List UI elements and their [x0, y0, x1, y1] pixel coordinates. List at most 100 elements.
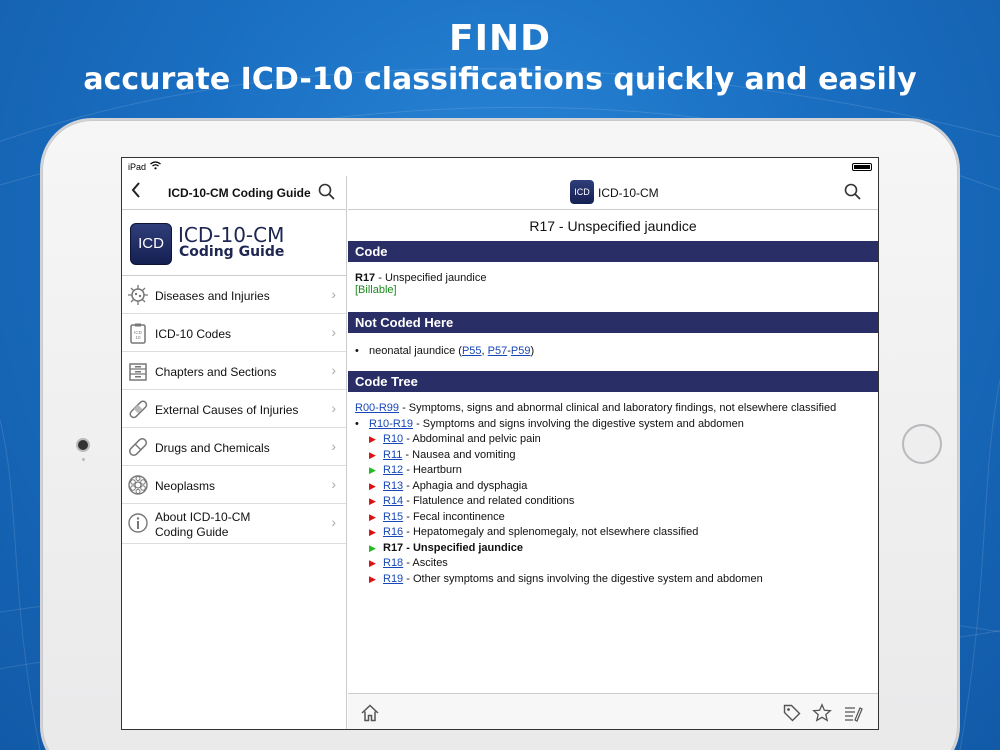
menu-item-diseases[interactable]: Diseases and Injuries › — [122, 276, 346, 314]
triangle-red-icon: ▶ — [369, 480, 376, 491]
triangle-red-icon: ▶ — [369, 527, 376, 537]
headline-title: FIND — [449, 18, 551, 59]
menu-item-icd10-codes[interactable]: ICD 10 ICD-10 Codes › — [122, 314, 346, 352]
detail-title: ICD-10-CM — [598, 186, 659, 200]
code-block: R17 - Unspecified jaundice [Billable] — [348, 262, 878, 312]
tree-item: ▶ R13 - Aphagia and dysphagia — [355, 479, 871, 495]
icd-badge: ICD — [570, 180, 594, 204]
about-label: About ICD-10-CM Coding Guide — [155, 510, 250, 540]
tag-icon[interactable] — [782, 703, 802, 723]
tree-item-desc: - Unspecified jaundice — [403, 541, 523, 554]
billable-badge: [Billable] — [355, 284, 397, 296]
link-p57[interactable]: P57 — [488, 345, 508, 357]
tree-item-link[interactable]: R10 — [383, 433, 403, 445]
sidebar: ICD-10-CM Coding Guide ICD ICD-10-CM Cod… — [122, 176, 347, 729]
tree-item-link[interactable]: R16 — [383, 526, 403, 538]
tree-sub-desc: - Symptoms and signs involving the diges… — [413, 417, 744, 430]
tree-item: ▶ R17 - Unspecified jaundice — [355, 541, 871, 557]
wifi-icon — [150, 161, 161, 172]
tree-item-code: R17 — [383, 541, 404, 554]
tree-subgroup: • R10-R19 - Symptoms and signs involving … — [355, 417, 871, 433]
tree-item: ▶ R18 - Ascites — [355, 556, 871, 572]
tree-item: ▶ R19 - Other symptoms and signs involvin… — [355, 572, 871, 588]
search-icon[interactable] — [844, 183, 862, 206]
home-icon[interactable] — [360, 703, 380, 723]
menu-item-neoplasms[interactable]: Neoplasms › — [122, 466, 346, 504]
detail-pane: ICD ICD-10-CM R17 - Unspecified jaundice… — [348, 176, 878, 729]
chevron-right-icon: › — [331, 476, 336, 492]
home-button[interactable] — [902, 424, 942, 464]
tree-item-desc: - Aphagia and dysphagia — [403, 479, 528, 492]
triangle-red-icon: ▶ — [369, 434, 376, 444]
triangle-red-icon: ▶ — [369, 511, 376, 522]
close-paren: ) — [530, 345, 535, 357]
bullet: • — [355, 345, 359, 357]
section-header-code: Code — [348, 241, 878, 262]
tree-item: ▶ R15 - Fecal incontinence — [355, 510, 871, 526]
headline-subtitle: accurate ICD-10 classifications quickly … — [83, 62, 917, 97]
tree-item-desc: - Heartburn — [403, 464, 462, 476]
tree-item-desc: - Abdominal and pelvic pain — [403, 433, 541, 445]
bottom-toolbar — [348, 693, 878, 729]
tree-item-link[interactable]: R11 — [383, 449, 402, 461]
code-value: R17 — [355, 272, 376, 284]
section-header-code-tree: Code Tree — [348, 371, 878, 392]
tree-root-desc: - Symptoms, signs and abnormal clinical … — [399, 402, 837, 414]
tree-item-link[interactable]: R13 — [383, 480, 403, 492]
notes-icon[interactable] — [843, 703, 863, 723]
sidebar-title: ICD-10-CM Coding Guide — [168, 186, 311, 200]
tree-item-link[interactable]: R18 — [383, 557, 403, 569]
ipad-screen: iPad ICD-10-CM Coding Guide ICD ICD-10-C… — [121, 157, 879, 730]
chevron-right-icon: › — [331, 514, 336, 530]
menu-item-external-causes[interactable]: External Causes of Injuries › — [122, 390, 346, 428]
tree-item-desc: - Fecal incontinence — [403, 510, 505, 523]
detail-navbar: ICD ICD-10-CM — [348, 176, 878, 210]
status-bar: iPad — [122, 158, 878, 176]
code-heading: R17 - Unspecified jaundice — [529, 218, 697, 234]
tree-item: ▶ R10 - Abdominal and pelvic pain — [355, 432, 871, 448]
section-header-not-coded: Not Coded Here — [348, 312, 878, 333]
tree-item: ▶ R14 - Flatulence and related conditions — [355, 494, 871, 510]
back-chevron-icon[interactable] — [130, 180, 142, 206]
code-content: R17 - Unspecified jaundice Code R17 - Un… — [348, 210, 878, 693]
triangle-red-icon: ▶ — [369, 558, 376, 568]
menu-item-label: Diseases and Injuries — [155, 289, 270, 303]
tree-item-desc: - Flatulence and related conditions — [403, 495, 575, 507]
chevron-right-icon: › — [331, 362, 336, 378]
chevron-right-icon: › — [331, 438, 336, 454]
filebox-icon — [127, 360, 149, 382]
tree-root: R00-R99 - Symptoms, signs and abnormal c… — [355, 401, 871, 417]
link-p59[interactable]: P59 — [511, 345, 531, 357]
sensor — [82, 458, 85, 461]
triangle-red-icon: ▶ — [369, 573, 376, 584]
battery-icon — [852, 163, 872, 171]
menu-item-drugs[interactable]: Drugs and Chemicals › — [122, 428, 346, 466]
sidebar-navbar: ICD-10-CM Coding Guide — [122, 176, 346, 210]
bandage-icon — [127, 398, 149, 420]
tree-items: ▶ R10 - Abdominal and pelvic pain ▶ R11 - N… — [355, 432, 871, 587]
tree-item-link[interactable]: R14 — [383, 495, 403, 507]
triangle-red-icon: ▶ — [369, 496, 376, 506]
tree-item-link[interactable]: R12 — [383, 464, 403, 476]
search-icon[interactable] — [318, 183, 336, 206]
star-icon[interactable] — [812, 703, 832, 723]
triangle-green-icon: ▶ — [369, 465, 376, 475]
link-p55[interactable]: P55 — [462, 345, 482, 357]
menu-item-chapters[interactable]: Chapters and Sections › — [122, 352, 346, 390]
logo-subtitle: Coding Guide — [179, 244, 285, 260]
tree-item-desc: - Other symptoms and signs involving the… — [403, 572, 763, 585]
carrier-label: iPad — [128, 162, 147, 172]
menu-item-label: ICD-10 Codes — [155, 327, 232, 341]
tree-root-link[interactable]: R00-R99 — [355, 402, 399, 414]
tree-item-link[interactable]: R19 — [383, 573, 403, 585]
menu-item-label: Drugs and Chemicals — [155, 441, 270, 455]
menu-item-about[interactable]: About ICD-10-CM Coding Guide › — [122, 504, 346, 544]
virus-icon — [127, 284, 149, 306]
tree-item-link[interactable]: R15 — [383, 511, 403, 523]
triangle-green-icon: ▶ — [369, 542, 376, 553]
bullet: • — [355, 417, 359, 430]
menu-item-label: Chapters and Sections — [155, 365, 277, 379]
chevron-right-icon: › — [331, 286, 336, 302]
tree-sub-link[interactable]: R10-R19 — [369, 418, 413, 430]
chevron-right-icon: › — [331, 324, 336, 340]
